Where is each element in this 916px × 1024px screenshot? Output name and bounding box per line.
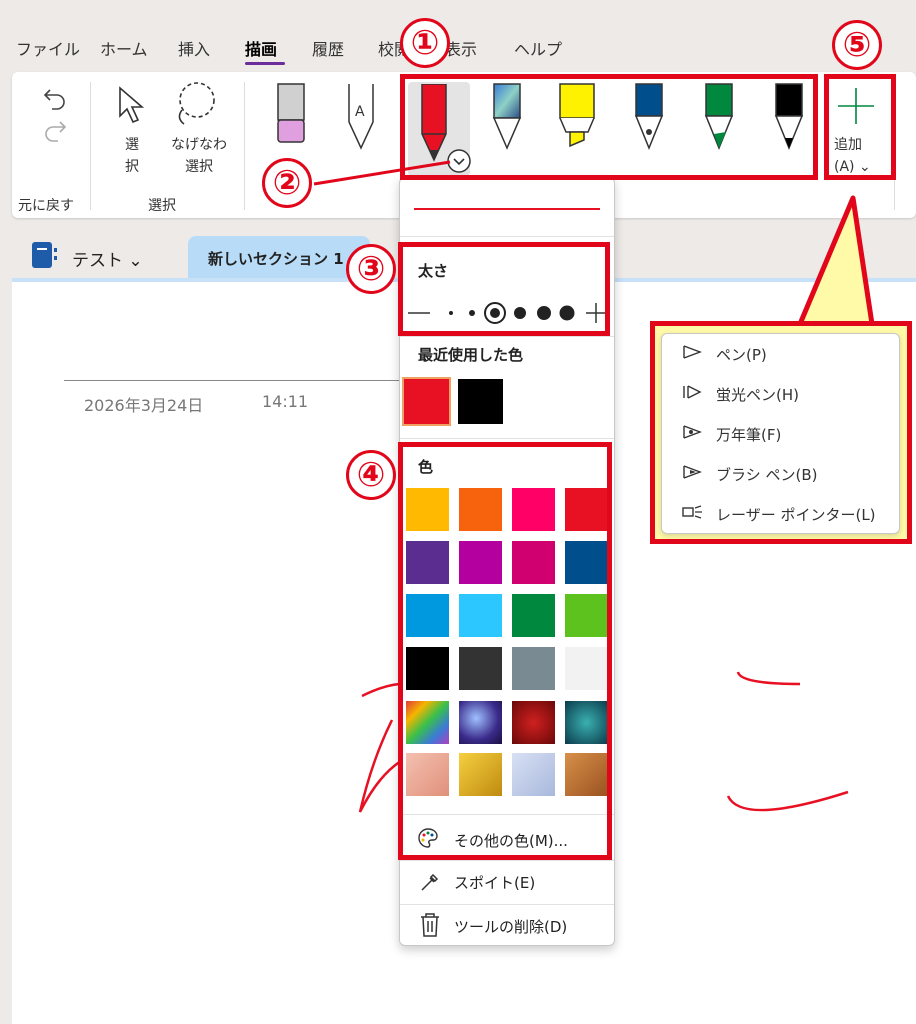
annotation-box-colors xyxy=(398,442,612,860)
page-date: 2026年3月24日 xyxy=(84,396,204,415)
brush-pen-small-icon xyxy=(683,465,702,479)
add-menu-pen[interactable]: ペン(P) xyxy=(662,334,901,372)
annotation-arrow xyxy=(313,160,451,186)
active-tab-indicator xyxy=(245,62,285,65)
menu-insert[interactable]: 挿入 xyxy=(178,36,210,60)
flyout-divider xyxy=(400,336,614,337)
ribbon-divider xyxy=(90,82,91,210)
flyout-divider xyxy=(400,860,614,861)
flyout-divider xyxy=(400,236,614,237)
callout-1: ① xyxy=(400,18,450,68)
annotation-box-thickness xyxy=(398,242,610,336)
annotation-box-add xyxy=(824,74,896,180)
delete-tool-label: ツールの削除(D) xyxy=(454,918,568,936)
laser-pointer-icon xyxy=(682,505,702,519)
page-time: 14:11 xyxy=(262,392,309,411)
callout-5: ⑤ xyxy=(832,20,882,70)
fountain-pen-small-icon xyxy=(683,425,702,439)
pen-icon xyxy=(683,345,702,359)
menu-history[interactable]: 履歴 xyxy=(312,36,344,60)
add-menu-laser-pointer[interactable]: レーザー ポインター(L) xyxy=(662,494,901,532)
menu-draw[interactable]: 描画 xyxy=(245,36,277,60)
notebook-icon[interactable] xyxy=(30,240,60,270)
add-pen-menu: ペン(P) 蛍光ペン(H) 万年筆(F) ブラシ ペン(B) レーザー ポインタ… xyxy=(661,333,900,534)
section-tab-label: 新しいセクション 1 xyxy=(208,250,344,268)
title-underline xyxy=(64,380,400,381)
text-pen-icon[interactable]: A xyxy=(343,82,379,152)
highlighter-small-icon xyxy=(683,385,702,399)
menu-file[interactable]: ファイル xyxy=(16,36,80,60)
select-button[interactable]: 選 択 xyxy=(117,134,147,178)
select-arrow-icon[interactable] xyxy=(114,82,150,126)
notebook-selector[interactable]: テスト ⌄ xyxy=(72,246,143,271)
callout-pointer xyxy=(797,195,875,327)
flyout-divider xyxy=(400,438,614,439)
svg-text:A: A xyxy=(355,104,365,120)
callout-3: ③ xyxy=(346,244,396,294)
select-group-label: 選択 xyxy=(148,198,176,214)
lasso-button[interactable]: なげなわ 選択 xyxy=(164,134,234,178)
lasso-icon[interactable] xyxy=(170,80,220,130)
pen-preview-line xyxy=(414,208,600,210)
add-menu-highlighter[interactable]: 蛍光ペン(H) xyxy=(662,374,901,412)
add-menu-fountain-pen[interactable]: 万年筆(F) xyxy=(662,414,901,452)
undo-redo-icons[interactable] xyxy=(40,84,70,144)
annotation-box-pens xyxy=(400,74,818,180)
add-menu-brush-pen[interactable]: ブラシ ペン(B) xyxy=(662,454,901,492)
recent-colors-label: 最近使用した色 xyxy=(418,346,524,364)
undo-group-label: 元に戻す xyxy=(18,198,74,214)
menu-home[interactable]: ホーム xyxy=(100,36,148,60)
callout-4: ④ xyxy=(346,450,396,500)
recent-color-red[interactable] xyxy=(402,377,451,426)
flyout-divider xyxy=(400,904,614,905)
eyedropper-icon xyxy=(421,873,439,891)
eyedropper-item[interactable]: スポイト(E) xyxy=(400,864,614,904)
callout-2: ② xyxy=(262,158,312,208)
eyedropper-label: スポイト(E) xyxy=(454,874,536,892)
menu-help[interactable]: ヘルプ xyxy=(514,36,562,60)
delete-tool-item[interactable]: ツールの削除(D) xyxy=(400,906,614,946)
recent-color-black[interactable] xyxy=(458,379,503,424)
ribbon-divider xyxy=(244,82,245,210)
trash-icon xyxy=(421,913,439,937)
eraser-pen-icon[interactable] xyxy=(274,82,310,152)
